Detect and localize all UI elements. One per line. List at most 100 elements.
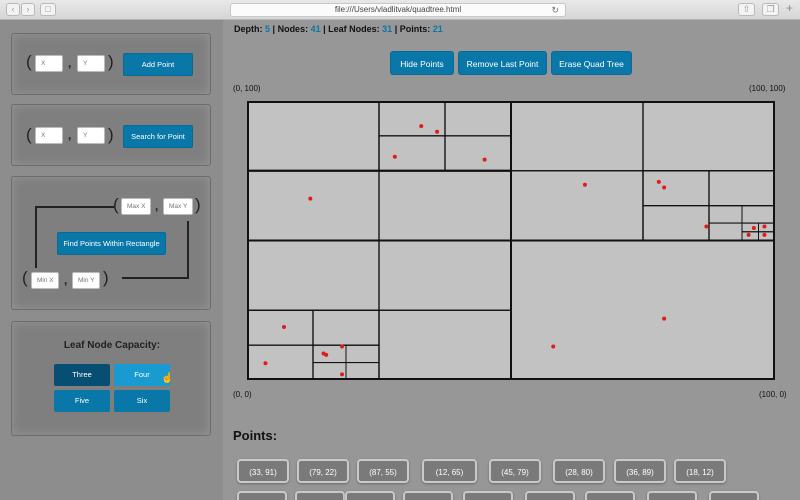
quadtree-point: [656, 179, 661, 184]
close-paren: ): [108, 125, 114, 144]
sidebar: ( , ) Add Point ( , ) Search for Point (…: [0, 20, 223, 500]
leaf-nodes-label: | Leaf Nodes:: [323, 24, 380, 34]
open-paren: (: [113, 195, 119, 214]
quadtree-point: [762, 232, 767, 237]
quadtree-point: [263, 361, 268, 366]
quadtree-point: [419, 124, 424, 129]
quadtree-point: [340, 344, 345, 349]
point-chip-partial[interactable]: [585, 491, 635, 500]
point-chip-partial[interactable]: [345, 491, 395, 500]
tree-stats: Depth: 5 | Nodes: 41 | Leaf Nodes: 31 | …: [234, 24, 443, 34]
quadtree-point: [762, 224, 767, 229]
point-chip[interactable]: (79, 22): [297, 459, 349, 483]
min-y-input[interactable]: [72, 272, 100, 289]
address-bar[interactable]: file:///Users/vladlitvak/quadtree.html ↻: [230, 3, 566, 17]
range-connector-line: [122, 277, 189, 279]
capacity-three-button[interactable]: Three: [54, 364, 110, 386]
reload-icon[interactable]: ↻: [551, 4, 559, 16]
quadtree-point: [281, 324, 286, 329]
add-point-button[interactable]: Add Point: [123, 53, 193, 76]
capacity-six-button[interactable]: Six: [114, 390, 170, 412]
quadtree-point: [435, 129, 440, 134]
quadtree-point: [308, 196, 313, 201]
quadtree-point: [482, 157, 487, 162]
point-chip[interactable]: (33, 91): [237, 459, 289, 483]
point-chip[interactable]: (45, 79): [489, 459, 541, 483]
search-point-panel: ( , ) Search for Point: [11, 104, 211, 166]
quadtree-point: [662, 316, 667, 321]
point-chip[interactable]: (12, 65): [422, 459, 477, 483]
point-chip[interactable]: (28, 80): [553, 459, 605, 483]
corner-label-bottom-left: (0, 0): [233, 390, 252, 399]
quadtree-point: [746, 232, 751, 237]
nodes-label: | Nodes:: [272, 24, 309, 34]
open-paren: (: [22, 268, 28, 287]
depth-label: Depth:: [234, 24, 263, 34]
points-label: | Points:: [394, 24, 431, 34]
new-tab-icon[interactable]: +: [786, 1, 793, 15]
close-paren: ): [195, 195, 201, 214]
sidebar-toggle-icon[interactable]: □: [40, 3, 56, 16]
pointer-cursor-icon: ☝: [161, 373, 174, 384]
forward-button[interactable]: ›: [21, 3, 35, 16]
quadtree-canvas[interactable]: [247, 101, 775, 380]
comma: ,: [68, 56, 72, 70]
corner-label-bottom-right: (100, 0): [759, 390, 787, 399]
add-x-input[interactable]: [35, 55, 63, 72]
point-chip-partial[interactable]: [237, 491, 287, 500]
depth-value: 5: [265, 24, 271, 34]
tabs-icon[interactable]: ❐: [762, 3, 779, 16]
quadtree-point: [551, 344, 556, 349]
open-paren: (: [26, 52, 32, 71]
add-point-panel: ( , ) Add Point: [11, 33, 211, 95]
quadtree-point: [704, 224, 709, 229]
main-area: Depth: 5 | Nodes: 41 | Leaf Nodes: 31 | …: [223, 20, 800, 500]
point-chip-partial[interactable]: [647, 491, 697, 500]
back-button[interactable]: ‹: [6, 3, 20, 16]
leaf-nodes-value: 31: [382, 24, 393, 34]
range-connector-line: [35, 206, 114, 208]
point-chip[interactable]: (87, 55): [357, 459, 409, 483]
range-connector-line: [35, 206, 37, 268]
min-x-input[interactable]: [31, 272, 59, 289]
nodes-value: 41: [310, 24, 321, 34]
quadtree-point: [392, 154, 397, 159]
points-list-title: Points:: [233, 428, 278, 443]
close-paren: ): [108, 52, 114, 71]
hide-points-button[interactable]: Hide Points: [390, 51, 454, 75]
quadtree-point: [751, 225, 756, 230]
share-icon[interactable]: ⇧: [738, 3, 755, 16]
comma: ,: [64, 273, 68, 287]
point-chip[interactable]: (36, 89): [614, 459, 666, 483]
open-paren: (: [26, 125, 32, 144]
quadtree-point: [340, 372, 345, 377]
quadtree-point: [662, 185, 667, 190]
range-search-panel: ( , ) Find Points Within Rectangle ( , ): [11, 176, 211, 310]
add-y-input[interactable]: [77, 55, 105, 72]
quadtree-point: [321, 351, 326, 356]
find-in-rectangle-button[interactable]: Find Points Within Rectangle: [57, 232, 166, 255]
point-chip-partial[interactable]: [295, 491, 345, 500]
point-chip[interactable]: (18, 12): [674, 459, 726, 483]
points-value: 21: [432, 24, 443, 34]
remove-last-point-button[interactable]: Remove Last Point: [458, 51, 547, 75]
point-chip-partial[interactable]: [463, 491, 513, 500]
capacity-five-button[interactable]: Five: [54, 390, 110, 412]
search-point-button[interactable]: Search for Point: [123, 125, 193, 148]
corner-label-top-right: (100, 100): [749, 84, 786, 93]
leaf-capacity-panel: Leaf Node Capacity: Three Four ☝ Five Si…: [11, 321, 211, 436]
search-x-input[interactable]: [35, 127, 63, 144]
max-y-input[interactable]: [163, 198, 193, 215]
point-chip-partial[interactable]: [709, 491, 759, 500]
close-paren: ): [103, 268, 109, 287]
browser-toolbar: ‹ › □ file:///Users/vladlitvak/quadtree.…: [0, 0, 800, 20]
max-x-input[interactable]: [121, 198, 151, 215]
comma: ,: [68, 128, 72, 142]
leaf-capacity-title: Leaf Node Capacity:: [63, 340, 161, 351]
erase-quad-tree-button[interactable]: Erase Quad Tree: [551, 51, 632, 75]
search-y-input[interactable]: [77, 127, 105, 144]
range-connector-line: [187, 221, 189, 278]
point-chip-partial[interactable]: [403, 491, 453, 500]
point-chip-partial[interactable]: [525, 491, 575, 500]
quadtree-point: [582, 182, 587, 187]
